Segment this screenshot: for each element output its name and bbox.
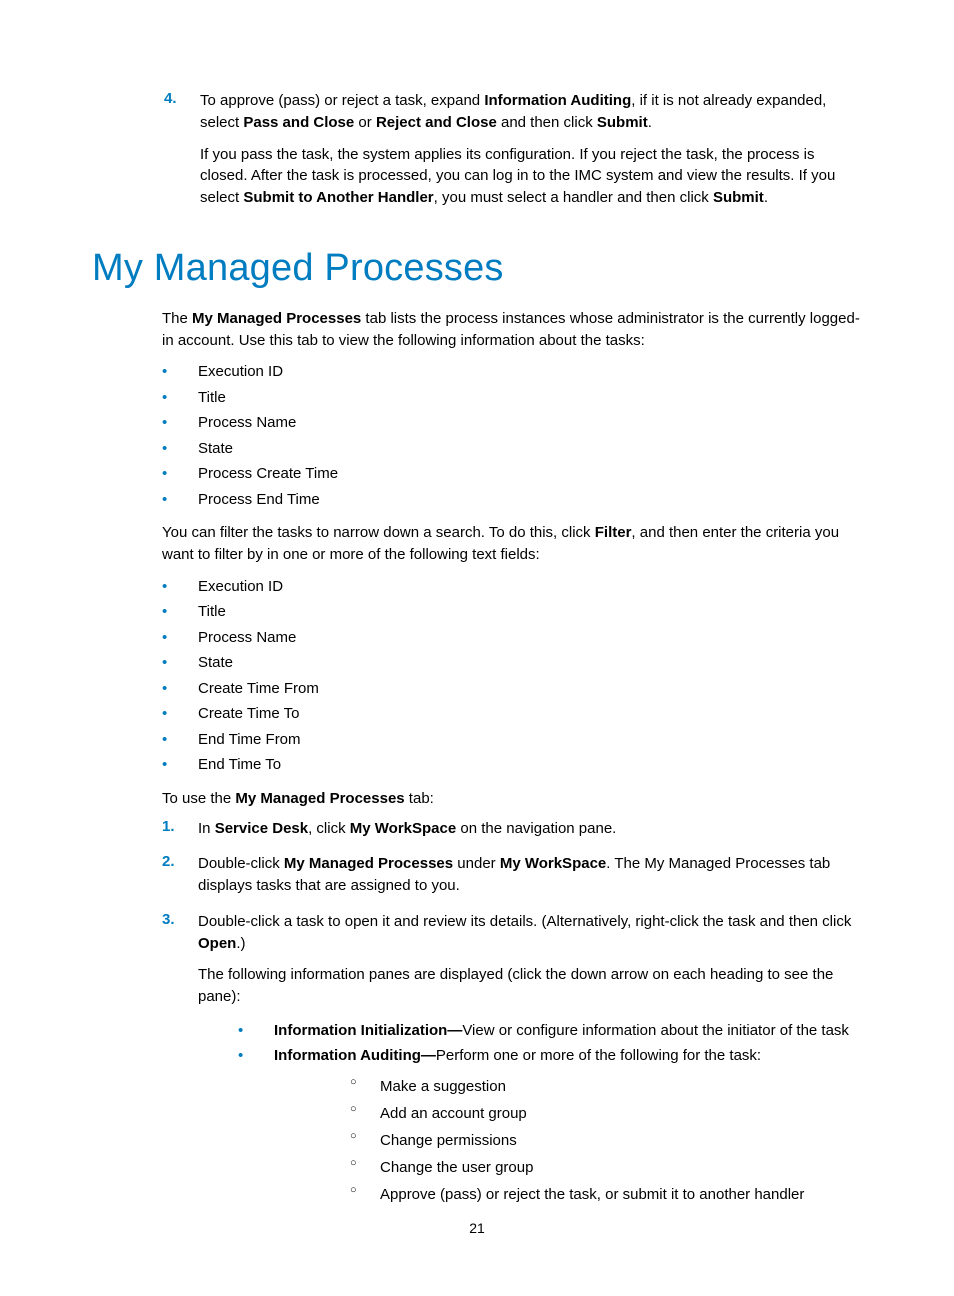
step-number: 3.: [162, 911, 198, 1214]
step3-text: Double-click a task to open it and revie…: [198, 911, 862, 955]
text: tab:: [405, 790, 434, 807]
bold-text: Service Desk: [215, 820, 308, 837]
list-item: End Time From: [162, 727, 862, 753]
text: and then click: [497, 114, 597, 131]
bold-text: Submit to Another Handler: [243, 189, 433, 206]
step-body: Double-click a task to open it and revie…: [198, 911, 862, 1214]
document-page: 4. To approve (pass) or reject a task, e…: [0, 0, 954, 1296]
ordered-step-2: 2. Double-click My Managed Processes und…: [92, 853, 862, 907]
text: .: [648, 114, 652, 131]
ordered-step-4: 4. To approve (pass) or reject a task, e…: [92, 90, 862, 219]
page-number: 21: [0, 1220, 954, 1236]
list-item: Information Auditing—Perform one or more…: [238, 1043, 862, 1208]
step-number: 1.: [162, 818, 198, 850]
text: .): [236, 935, 245, 952]
text: under: [453, 855, 500, 872]
text: .: [764, 189, 768, 206]
bold-text: Information Auditing—: [274, 1047, 436, 1064]
list-item: Add an account group: [350, 1100, 862, 1127]
bold-text: Pass and Close: [243, 114, 354, 131]
list-item: End Time To: [162, 752, 862, 778]
list-item: Execution ID: [162, 359, 862, 385]
step3-followup: The following information panes are disp…: [198, 964, 862, 1008]
bold-text: Submit: [713, 189, 764, 206]
filter-fields-list: Execution ID Title Process Name State Cr…: [92, 574, 862, 778]
bold-text: My WorkSpace: [350, 820, 456, 837]
audit-actions-list: Make a suggestion Add an account group C…: [274, 1073, 862, 1208]
bold-text: My Managed Processes: [192, 310, 361, 327]
bold-text: My Managed Processes: [235, 790, 404, 807]
text: Double-click: [198, 855, 284, 872]
bold-text: My WorkSpace: [500, 855, 606, 872]
intro-paragraph: The My Managed Processes tab lists the p…: [92, 308, 862, 352]
step-body: In Service Desk, click My WorkSpace on t…: [198, 818, 862, 850]
bold-text: Information Auditing: [484, 92, 631, 109]
ordered-step-1: 1. In Service Desk, click My WorkSpace o…: [92, 818, 862, 850]
list-item: Process Create Time: [162, 461, 862, 487]
list-item: Change the user group: [350, 1154, 862, 1181]
text: on the navigation pane.: [456, 820, 616, 837]
text: , you must select a handler and then cli…: [434, 189, 713, 206]
text: , click: [308, 820, 350, 837]
content-area: 4. To approve (pass) or reject a task, e…: [92, 90, 862, 1214]
list-item: Information Initialization—View or confi…: [238, 1018, 862, 1044]
text: Double-click a task to open it and revie…: [198, 913, 851, 930]
view-fields-list: Execution ID Title Process Name State Pr…: [92, 359, 862, 512]
text: The: [162, 310, 192, 327]
text: View or configure information about the …: [462, 1022, 849, 1039]
list-item: Title: [162, 385, 862, 411]
bold-text: My Managed Processes: [284, 855, 453, 872]
bold-text: Filter: [595, 524, 632, 541]
bold-text: Reject and Close: [376, 114, 497, 131]
bold-text: Information Initialization—: [274, 1022, 462, 1039]
step-body: Double-click My Managed Processes under …: [198, 853, 862, 907]
list-item: Process Name: [162, 410, 862, 436]
step-body: To approve (pass) or reject a task, expa…: [200, 90, 862, 219]
step-number: 2.: [162, 853, 198, 907]
step1-text: In Service Desk, click My WorkSpace on t…: [198, 818, 862, 840]
bold-text: Open: [198, 935, 236, 952]
text: To use the: [162, 790, 235, 807]
list-item: Execution ID: [162, 574, 862, 600]
list-item: State: [162, 436, 862, 462]
info-panes-list: Information Initialization—View or confi…: [198, 1018, 862, 1208]
list-item: Change permissions: [350, 1127, 862, 1154]
list-item: Title: [162, 599, 862, 625]
step-number: 4.: [164, 90, 200, 219]
list-item: Create Time From: [162, 676, 862, 702]
section-heading: My Managed Processes: [92, 247, 862, 290]
list-item: Create Time To: [162, 701, 862, 727]
filter-intro: You can filter the tasks to narrow down …: [92, 522, 862, 566]
use-intro: To use the My Managed Processes tab:: [92, 788, 862, 810]
text: To approve (pass) or reject a task, expa…: [200, 92, 484, 109]
list-item: Make a suggestion: [350, 1073, 862, 1100]
step2-text: Double-click My Managed Processes under …: [198, 853, 862, 897]
ordered-step-3: 3. Double-click a task to open it and re…: [92, 911, 862, 1214]
list-item: State: [162, 650, 862, 676]
step4-para2: If you pass the task, the system applies…: [200, 144, 862, 209]
list-item: Approve (pass) or reject the task, or su…: [350, 1181, 862, 1208]
text: In: [198, 820, 215, 837]
text: You can filter the tasks to narrow down …: [162, 524, 595, 541]
list-item: Process Name: [162, 625, 862, 651]
list-item: Process End Time: [162, 487, 862, 513]
step4-para1: To approve (pass) or reject a task, expa…: [200, 90, 862, 134]
text: or: [354, 114, 376, 131]
bold-text: Submit: [597, 114, 648, 131]
text: Perform one or more of the following for…: [436, 1047, 761, 1064]
